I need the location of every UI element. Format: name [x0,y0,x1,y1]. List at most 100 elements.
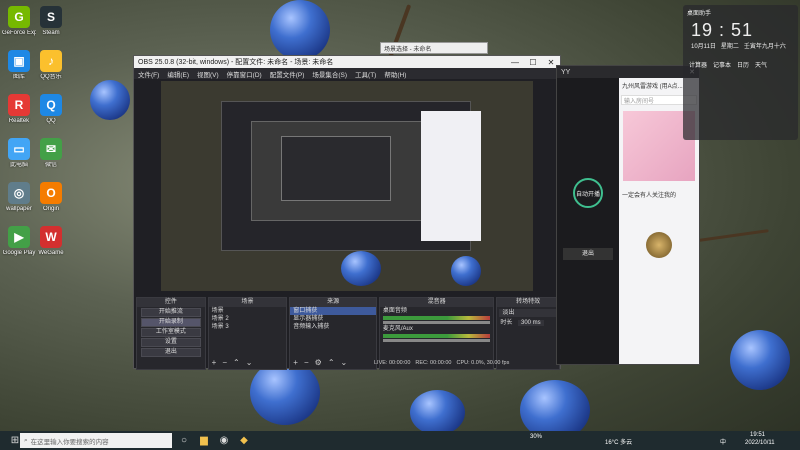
gallery-icon: ▣ [8,50,30,72]
obs-titlebar[interactable]: OBS 25.0.8 (32-bit, windows) - 配置文件: 未命名… [134,56,560,68]
obs-taskbar-icon[interactable]: ◉ [216,433,232,449]
desktop-icon[interactable]: ▭ 此电脑 [2,138,36,169]
gear-icon[interactable]: ⚙ [315,358,322,367]
desktop-icon[interactable]: ◎ wallpaper [2,182,36,213]
transition-select[interactable]: 淡出 [499,309,558,317]
ime-indicator[interactable]: 中 [720,437,726,446]
wegame-icon: W [40,226,62,248]
obs-statusbar: LIVE: 00:00:00 REC: 00:00:00 CPU: 0.0%, … [374,360,509,366]
settings-button[interactable]: 设置 [141,338,201,347]
tray-time[interactable]: 19:51 [750,432,765,438]
desktop-icon[interactable]: W WeGame [34,226,68,257]
menu-profile[interactable]: 配置文件(P) [270,69,305,79]
clock-date: 10月11日 [691,44,716,50]
down-icon[interactable]: ⌄ [341,358,348,367]
shortcut-notepad[interactable]: 记事本 [713,60,731,69]
yy-sidebar: 自动开播 退出 [557,78,619,364]
start-stream-button[interactable]: 开始推流 [141,308,201,317]
cpu-status: CPU: 0.0%, 30.00 fps [456,360,510,366]
live-status: LIVE: 00:00:00 [374,360,411,366]
mixer-channel-label: 桌面音频 [382,308,407,314]
berry [730,330,790,390]
desktop-icon[interactable]: ▶ Google Play [2,226,36,257]
steam-icon: S [40,6,62,28]
desktop-icon[interactable]: S Steam [34,6,68,37]
source-item[interactable]: 音频输入捕获 [290,323,376,331]
tray-date[interactable]: 2022/10/11 [745,440,775,446]
window-title: 场景选择 - 未命名 [384,46,432,53]
scene-item[interactable]: 场景 3 [209,323,287,331]
desktop-icon-label: Origin [42,206,59,212]
auto-live-toggle[interactable]: 自动开播 [573,178,603,208]
up-icon[interactable]: ⌃ [233,358,240,367]
shortcut-calendar[interactable]: 日历 [737,60,749,69]
desktop-icon[interactable]: R Realtek [2,94,36,125]
start-icon[interactable]: ⊞ [7,433,23,449]
duration-input[interactable]: 300 ms [518,320,544,326]
remove-icon[interactable]: − [222,358,227,367]
obs-title: OBS 25.0.8 (32-bit, windows) - 配置文件: 未命名… [138,59,334,66]
berry [270,0,330,60]
desktop-icon[interactable]: ♪ QQ音乐 [34,50,68,81]
dock-title: 来源 [290,298,376,307]
desktop-icon-label: Google Play [2,250,36,256]
add-icon[interactable]: + [212,358,217,367]
desktop-icon-label: 此电脑 [9,162,28,168]
source-item[interactable]: 显示器捕获 [290,315,376,323]
menu-view[interactable]: 视图(V) [197,69,219,79]
avatar[interactable] [646,232,672,258]
desktop-icon[interactable]: G GeForce Experience [2,6,36,37]
volume-slider[interactable] [382,339,491,342]
maximize-icon[interactable]: ☐ [524,58,542,67]
yy-taskbar-icon[interactable]: ◆ [236,433,252,449]
taskbar-search-input[interactable]: ⌕ 在这里输入你要搜索的内容 [20,433,172,448]
obs-preview[interactable] [161,81,533,291]
exit-button[interactable]: 退出 [141,348,201,357]
mixer-channel-label: 麦克风/Aux [382,326,413,332]
up-icon[interactable]: ⌃ [328,358,335,367]
shortcut-weather[interactable]: 天气 [755,60,767,69]
menu-docks[interactable]: 停靠窗口(D) [227,69,262,79]
menu-edit[interactable]: 编辑(E) [167,69,189,79]
dock-title: 场景 [208,298,287,307]
exit-button[interactable]: 退出 [563,248,613,260]
menu-tools[interactable]: 工具(T) [355,69,376,79]
search-icon: ⌕ [24,436,28,444]
desktop-clock-widget[interactable]: 桌面助手 19 : 51 10月11日 星期二 壬寅年九月十六 计算器 记事本 … [683,5,798,140]
start-record-button[interactable]: 开始录制 [141,318,201,327]
obs-window[interactable]: OBS 25.0.8 (32-bit, windows) - 配置文件: 未命名… [133,55,561,370]
weather-status[interactable]: 16°C 多云 [605,437,632,446]
berry [410,390,465,435]
desktop-icon[interactable]: ▣ 图库 [2,50,36,81]
scene-select-window[interactable]: 场景选择 - 未命名 [380,42,488,54]
battery-status[interactable]: 30% [530,434,542,440]
shortcut-calculator[interactable]: 计算器 [689,60,707,69]
desktop-icon[interactable]: ✉ 微信 [34,138,68,169]
notice-text: 一定会有人关注我的 [622,193,677,199]
task-view-icon[interactable]: ○ [176,433,192,449]
source-item[interactable]: 窗口捕获 [290,307,376,315]
menu-help[interactable]: 帮助(H) [384,69,406,79]
menu-scene-collection[interactable]: 场景集合(S) [312,69,347,79]
computer-icon: ▭ [8,138,30,160]
scene-item[interactable]: 场景 [209,307,287,315]
file-explorer-icon[interactable]: ▆ [196,433,212,449]
duration-label: 时长 [500,320,513,326]
yy-window[interactable]: YY ✕ 自动开播 退出 九州风雷游戏 (用A点... 输入房间号 一定会有人关… [556,65,700,365]
minimize-icon[interactable]: — [506,58,524,67]
yy-title: YY [561,68,571,76]
add-icon[interactable]: + [293,358,298,367]
desktop-icon[interactable]: Q QQ [34,94,68,125]
volume-slider[interactable] [382,321,491,324]
studio-mode-button[interactable]: 工作室模式 [141,328,201,337]
remove-icon[interactable]: − [304,358,309,367]
menu-file[interactable]: 文件(F) [138,69,159,79]
down-icon[interactable]: ⌄ [246,358,253,367]
desktop-icon-label: QQ [46,118,56,124]
yy-titlebar[interactable]: YY ✕ [557,66,699,78]
dock-title: 控件 [137,298,205,307]
search-placeholder: 在这里输入你要搜索的内容 [30,438,109,446]
desktop-icon[interactable]: O Origin [34,182,68,213]
scene-item[interactable]: 场景 2 [209,315,287,323]
volume-meter [382,334,491,338]
